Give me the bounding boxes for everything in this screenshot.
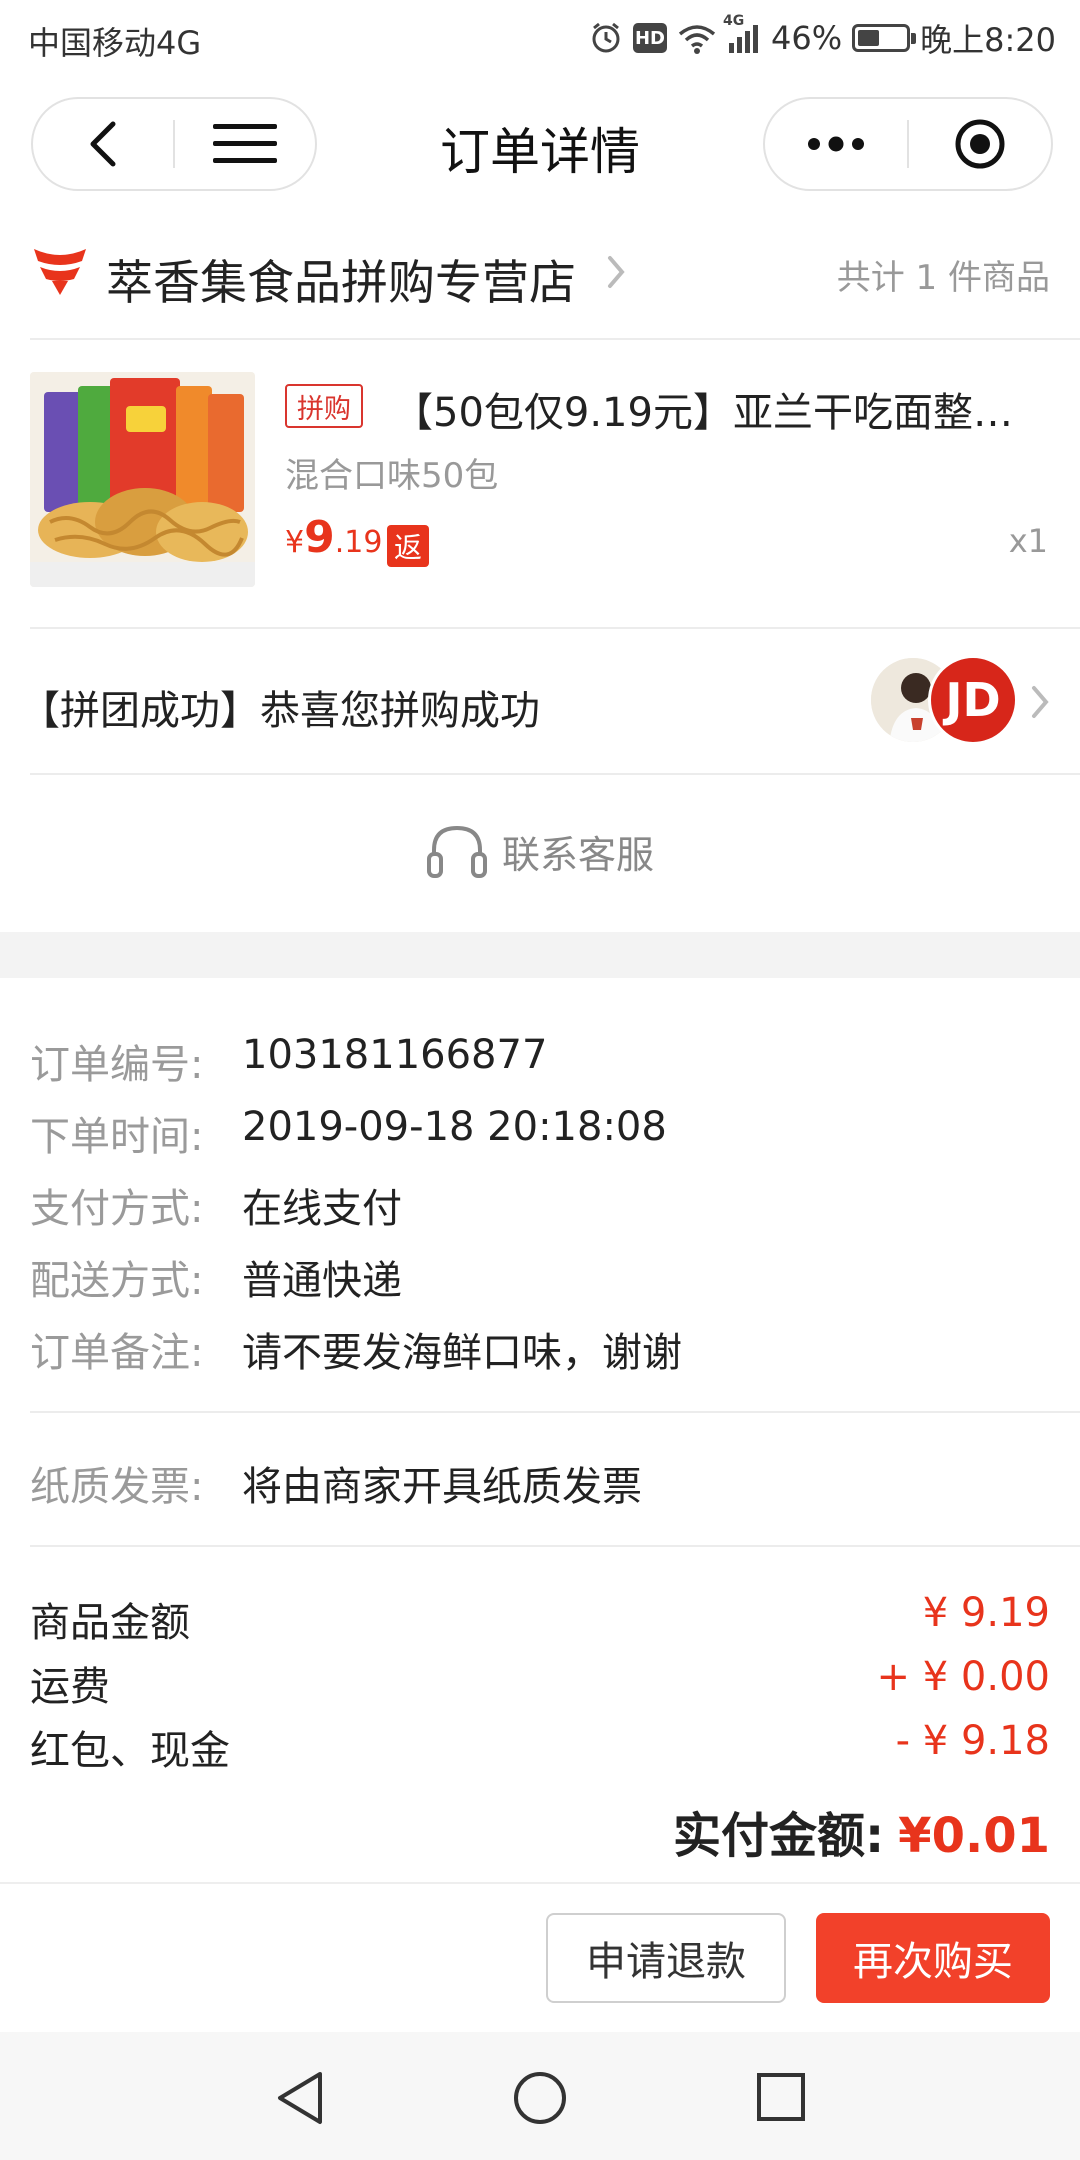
order-number-label: 订单编号:: [30, 1042, 204, 1088]
shop-logo-icon: [30, 245, 90, 297]
battery-icon: [852, 24, 917, 52]
pingou-tag: 拼购: [285, 384, 363, 428]
order-time-row: 下单时间: 2019-09-18 20:18:08: [30, 1104, 667, 1162]
product-price: ¥ 9 .19: [285, 512, 382, 563]
avatar: JD: [928, 655, 1018, 745]
group-success-text[interactable]: 【拼团成功】恭喜您拼购成功: [20, 678, 540, 736]
product-quantity: x1: [1008, 522, 1048, 560]
order-note-row: 订单备注: 请不要发海鲜口味，谢谢: [30, 1320, 682, 1378]
discount-value: - ¥ 9.18: [895, 1718, 1050, 1764]
invoice-value: 将由商家开具纸质发票: [242, 1464, 642, 1510]
more-dots-icon: [808, 136, 864, 152]
clock: 晚上8:20: [920, 21, 1056, 59]
invoice-row: 纸质发票: 将由商家开具纸质发票: [30, 1454, 642, 1512]
close-miniprogram-button[interactable]: [909, 99, 1051, 189]
price-decimal: .19: [334, 525, 383, 560]
product-image[interactable]: [30, 372, 255, 587]
triangle-back-icon: [278, 2072, 322, 2124]
carrier-label: 中国移动4G: [28, 24, 202, 62]
shop-name[interactable]: 萃香集食品拼购专营店: [106, 244, 576, 313]
item-count: 共计 1 件商品: [836, 258, 1050, 298]
apply-refund-button[interactable]: 申请退款: [546, 1913, 786, 2003]
rebate-tag: 返: [387, 525, 429, 567]
shipping-fee-value: + ¥ 0.00: [876, 1654, 1050, 1700]
order-note-value: 请不要发海鲜口味，谢谢: [242, 1330, 682, 1376]
goods-amount-value: ¥ 9.19: [922, 1590, 1050, 1636]
order-time-label: 下单时间:: [30, 1114, 204, 1160]
price-integer: 9: [304, 512, 335, 563]
wifi-icon: [677, 22, 717, 54]
buy-again-button[interactable]: 再次购买: [816, 1913, 1050, 2003]
order-note-label: 订单备注:: [30, 1330, 204, 1376]
square-recents-icon: [757, 2073, 805, 2121]
system-back-button[interactable]: [274, 2070, 326, 2130]
delivery-method-value: 普通快递: [242, 1258, 402, 1304]
paid-amount: 实付金额: ¥0.01: [673, 1796, 1050, 1866]
chevron-right-icon[interactable]: [1030, 685, 1050, 723]
system-home-button[interactable]: [512, 2070, 568, 2130]
nav-right-capsule: [763, 97, 1053, 191]
divider: [30, 627, 1080, 629]
payment-method-label: 支付方式:: [30, 1186, 204, 1232]
goods-amount-label: 商品金额: [30, 1600, 190, 1646]
order-number-row: 订单编号: 103181166877: [30, 1032, 547, 1090]
circle-home-icon: [514, 2072, 566, 2124]
shipping-fee-label: 运费: [30, 1664, 110, 1710]
contact-service-label: 联系客服: [501, 832, 654, 877]
product-title[interactable]: 【50包仅9.19元】亚兰干吃面整…: [393, 380, 1023, 438]
order-number-value: 103181166877: [242, 1032, 548, 1078]
avatar-text: JD: [945, 673, 1001, 727]
status-icons: HD 4G 46% 晚上8:20: [589, 13, 1056, 62]
divider: [30, 773, 1080, 775]
headset-icon: [426, 825, 487, 878]
more-button[interactable]: [765, 99, 907, 189]
chevron-right-icon[interactable]: [606, 255, 626, 293]
delivery-method-label: 配送方式:: [30, 1258, 204, 1304]
product-spec: 混合口味50包: [285, 456, 499, 496]
order-time-value: 2019-09-18 20:18:08: [242, 1104, 667, 1150]
group-avatars[interactable]: JD: [868, 655, 1020, 747]
hd-badge: HD: [633, 23, 667, 53]
network-type-label: 4G: [723, 13, 745, 29]
paid-amount-value: ¥0.01: [898, 1808, 1050, 1864]
price-currency: ¥: [285, 525, 305, 560]
battery-level: [858, 30, 880, 46]
divider: [30, 1411, 1080, 1413]
invoice-label: 纸质发票:: [30, 1464, 204, 1510]
payment-method-value: 在线支付: [242, 1186, 402, 1232]
status-bar: 中国移动4G HD 4G 46% 晚上8:20: [0, 0, 1080, 75]
divider: [30, 1545, 1080, 1547]
divider: [30, 338, 1080, 340]
section-gap: [0, 932, 1080, 978]
payment-method-row: 支付方式: 在线支付: [30, 1176, 402, 1234]
signal-icon: 4G: [723, 13, 761, 53]
contact-service-button[interactable]: 联系客服: [0, 822, 1080, 880]
alarm-icon: [589, 21, 623, 55]
discount-label: 红包、现金: [30, 1728, 230, 1774]
paid-amount-label: 实付金额:: [672, 1808, 885, 1864]
target-circle-icon: [955, 119, 1005, 169]
delivery-method-row: 配送方式: 普通快递: [30, 1248, 402, 1306]
system-recents-button[interactable]: [756, 2072, 806, 2126]
battery-percent: 46%: [771, 19, 843, 57]
